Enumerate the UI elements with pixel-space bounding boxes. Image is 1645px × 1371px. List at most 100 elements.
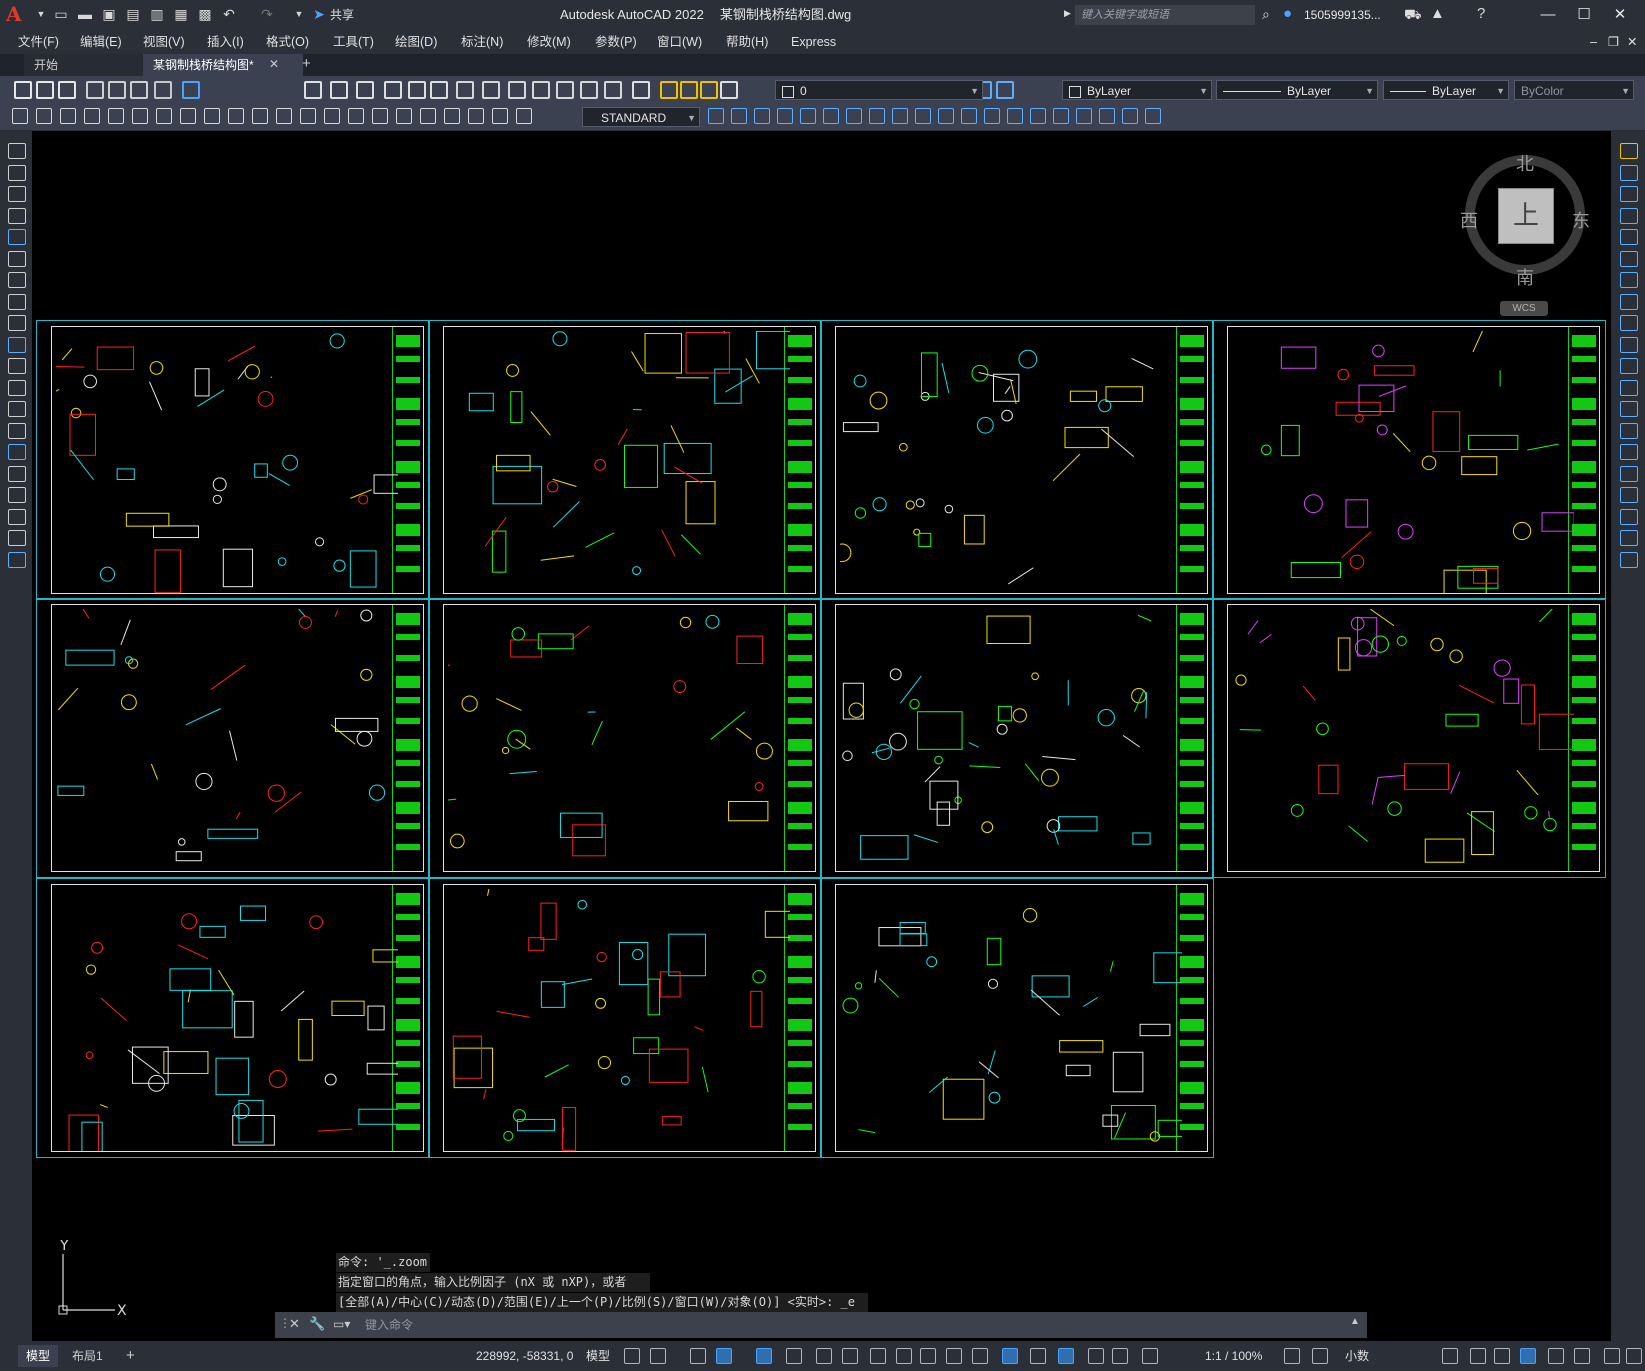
model-space-toggle[interactable]: 模型 [586,1341,610,1371]
tool-icon[interactable] [456,81,474,99]
linetype-dropdown[interactable]: ByLayer ▼ [1216,80,1378,100]
tool-icon[interactable] [408,81,426,99]
modify-tool-icon[interactable] [1620,530,1638,546]
minimize-button[interactable]: — [1530,0,1566,30]
modify-tool-icon[interactable] [1620,336,1638,353]
tool-icon[interactable] [36,81,54,99]
new-file-icon[interactable]: ▭ [52,5,70,23]
status-toggle-icon[interactable] [1058,1348,1074,1364]
tool-icon[interactable] [660,81,678,99]
draw-tool-icon[interactable] [8,315,26,331]
status-tool-icon[interactable] [1520,1348,1536,1364]
tool-icon[interactable] [182,81,200,99]
menu-file[interactable]: 文件(F) [18,30,59,54]
modify-tool-icon[interactable] [1620,186,1638,202]
tool-icon[interactable] [154,81,172,99]
user-icon[interactable]: ● [1283,5,1292,22]
tool-icon[interactable] [632,81,650,99]
modify-tool-icon[interactable] [1620,293,1638,310]
status-tool-icon[interactable] [1626,1348,1642,1364]
user-name[interactable]: 1505999135... [1304,0,1381,30]
tab-close-icon[interactable]: ✕ [269,57,279,71]
tool-icon[interactable] [720,81,738,99]
search-input[interactable]: 键入关键字或短语 [1075,5,1255,25]
modify-tool-icon[interactable] [1620,551,1638,568]
modify-tool-icon[interactable] [1053,108,1069,124]
draw-tool-icon[interactable] [8,272,26,288]
modify-tool-icon[interactable] [1620,315,1638,331]
units-display[interactable]: 小数 [1345,1341,1369,1371]
status-toggle-icon[interactable] [756,1348,772,1364]
draw-tool-icon[interactable] [8,551,26,568]
modify-tool-icon[interactable] [938,108,954,124]
dimension-tool-icon[interactable] [516,108,532,124]
status-tool-icon[interactable] [1548,1348,1564,1364]
drawing-sheet[interactable] [1212,598,1606,878]
modify-tool-icon[interactable] [1620,444,1638,460]
modify-tool-icon[interactable] [1620,465,1638,482]
tool-icon[interactable] [556,81,574,99]
cart-icon[interactable]: ⛟ [1404,6,1422,25]
plot-preview-icon[interactable]: ▥ [148,5,166,23]
drawing-sheet[interactable] [428,320,822,600]
new-tab-icon[interactable]: + [302,55,311,72]
modify-tool-icon[interactable] [1620,422,1638,439]
tab-start[interactable]: 开始 [24,54,154,76]
menu-dimension[interactable]: 标注(N) [461,30,503,54]
share-icon[interactable]: ➤ [310,5,328,23]
draw-tool-icon[interactable] [8,293,26,310]
help-icon[interactable]: ? [1477,5,1485,22]
search-icon[interactable]: ⌕ [1262,6,1270,23]
layer-dropdown[interactable]: 0 ▼ [775,80,983,100]
draw-tool-icon[interactable] [8,250,26,267]
draw-tool-icon[interactable] [8,143,26,159]
tool-icon[interactable] [430,81,448,99]
status-tool-icon[interactable] [1284,1348,1300,1364]
modify-tool-icon[interactable] [1620,229,1638,245]
dimension-tool-icon[interactable] [492,108,508,124]
draw-tool-icon[interactable] [8,508,26,525]
draw-tool-icon[interactable] [8,358,26,374]
modify-tool-icon[interactable] [1099,108,1115,124]
tool-icon[interactable] [356,81,374,99]
status-toggle-icon[interactable] [786,1348,802,1364]
draw-tool-icon[interactable] [8,530,26,546]
draw-tool-icon[interactable] [8,379,26,396]
dimension-tool-icon[interactable] [396,108,412,124]
status-tool-icon[interactable] [1574,1348,1590,1364]
command-input[interactable]: 键入命令 [365,1312,1285,1338]
dimension-tool-icon[interactable] [252,108,268,124]
undo-icon[interactable]: ↶ [220,5,238,23]
tool-icon[interactable] [108,81,126,99]
tool-icon[interactable] [680,81,698,99]
dimension-tool-icon[interactable] [36,108,52,124]
menu-edit[interactable]: 编辑(E) [80,30,122,54]
modify-tool-icon[interactable] [1620,358,1638,374]
customize-icon[interactable]: ▼ [290,5,308,23]
modify-tool-icon[interactable] [846,108,862,124]
dimension-tool-icon[interactable] [156,108,172,124]
textstyle-dropdown[interactable]: STANDARD ▼ [582,107,700,127]
tool-icon[interactable] [580,81,598,99]
customize-wrench-icon[interactable]: 🔧 [309,1316,325,1332]
modify-tool-icon[interactable] [892,108,908,124]
wcs-menu[interactable]: WCS [1500,301,1548,316]
dimension-tool-icon[interactable] [204,108,220,124]
recent-commands-icon[interactable]: ▭▾ [333,1317,350,1331]
draw-tool-icon[interactable] [8,487,26,503]
modify-tool-icon[interactable] [869,108,885,124]
dimension-tool-icon[interactable] [276,108,292,124]
publish-icon[interactable]: ▦ [172,5,190,23]
modify-tool-icon[interactable] [1620,143,1638,159]
chevron-down-icon[interactable]: ▼ [32,5,50,23]
menu-parametric[interactable]: 参数(P) [595,30,637,54]
status-toggle-icon[interactable] [946,1348,962,1364]
status-toggle-icon[interactable] [896,1348,912,1364]
drawing-sheet[interactable] [820,598,1214,878]
tool-icon[interactable] [304,81,322,99]
modify-tool-icon[interactable] [1007,108,1023,124]
status-toggle-icon[interactable] [650,1348,666,1364]
modify-tool-icon[interactable] [1620,401,1638,417]
dimension-tool-icon[interactable] [444,108,460,124]
draw-tool-icon[interactable] [8,401,26,417]
